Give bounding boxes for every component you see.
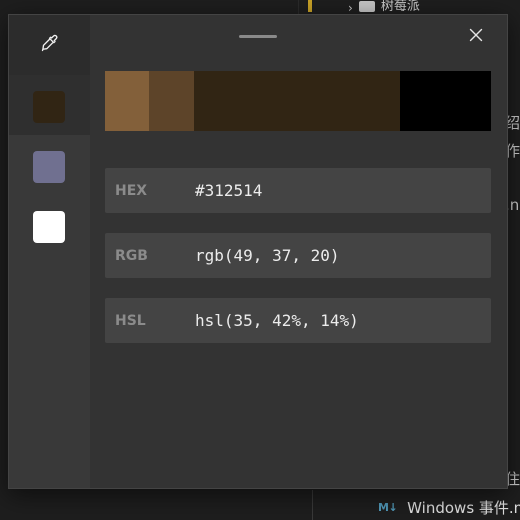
hsl-value: hsl(35, 42%, 14%)	[195, 311, 359, 330]
hex-value: #312514	[195, 181, 263, 200]
hex-field[interactable]: HEX #312514	[105, 168, 491, 213]
shade-strip	[105, 71, 491, 131]
shade-swatch[interactable]	[193, 71, 400, 131]
hsl-field[interactable]: HSL hsl(35, 42%, 14%)	[105, 298, 491, 343]
screen: › 树莓派 绍 作 .n 住 M↓ Windows 事件.m HEX #3125…	[0, 0, 520, 520]
history-swatch[interactable]	[33, 211, 65, 243]
rgb-label: RGB	[115, 247, 148, 264]
folder-icon	[358, 0, 375, 12]
markdown-file-icon: M↓	[378, 500, 398, 514]
explorer-file-item[interactable]: M↓ Windows 事件.m	[378, 497, 520, 517]
history-swatch[interactable]	[33, 151, 65, 183]
eyedropper-icon	[40, 33, 60, 57]
drag-handle[interactable]	[239, 35, 277, 38]
rgb-value: rgb(49, 37, 20)	[195, 246, 340, 265]
scroll-indicator	[308, 0, 312, 12]
hex-label: HEX	[115, 182, 148, 199]
shade-swatch[interactable]	[399, 71, 491, 131]
eyedropper-button[interactable]	[9, 15, 90, 75]
tree-indent-guide	[312, 490, 313, 520]
close-button[interactable]	[461, 23, 491, 49]
file-label: Windows 事件.m	[407, 498, 520, 517]
color-history-sidebar	[9, 15, 90, 488]
tree-indent-guide	[298, 0, 299, 14]
close-icon	[469, 27, 483, 46]
hsl-label: HSL	[115, 312, 146, 329]
shade-swatch[interactable]	[105, 71, 150, 131]
shade-swatch[interactable]	[149, 71, 194, 131]
folder-label: 树莓派	[380, 0, 420, 14]
chevron-right-icon: ›	[348, 1, 353, 15]
color-picker-window: HEX #312514 RGB rgb(49, 37, 20) HSL hsl(…	[8, 14, 508, 489]
history-swatch[interactable]	[33, 91, 65, 123]
rgb-field[interactable]: RGB rgb(49, 37, 20)	[105, 233, 491, 278]
